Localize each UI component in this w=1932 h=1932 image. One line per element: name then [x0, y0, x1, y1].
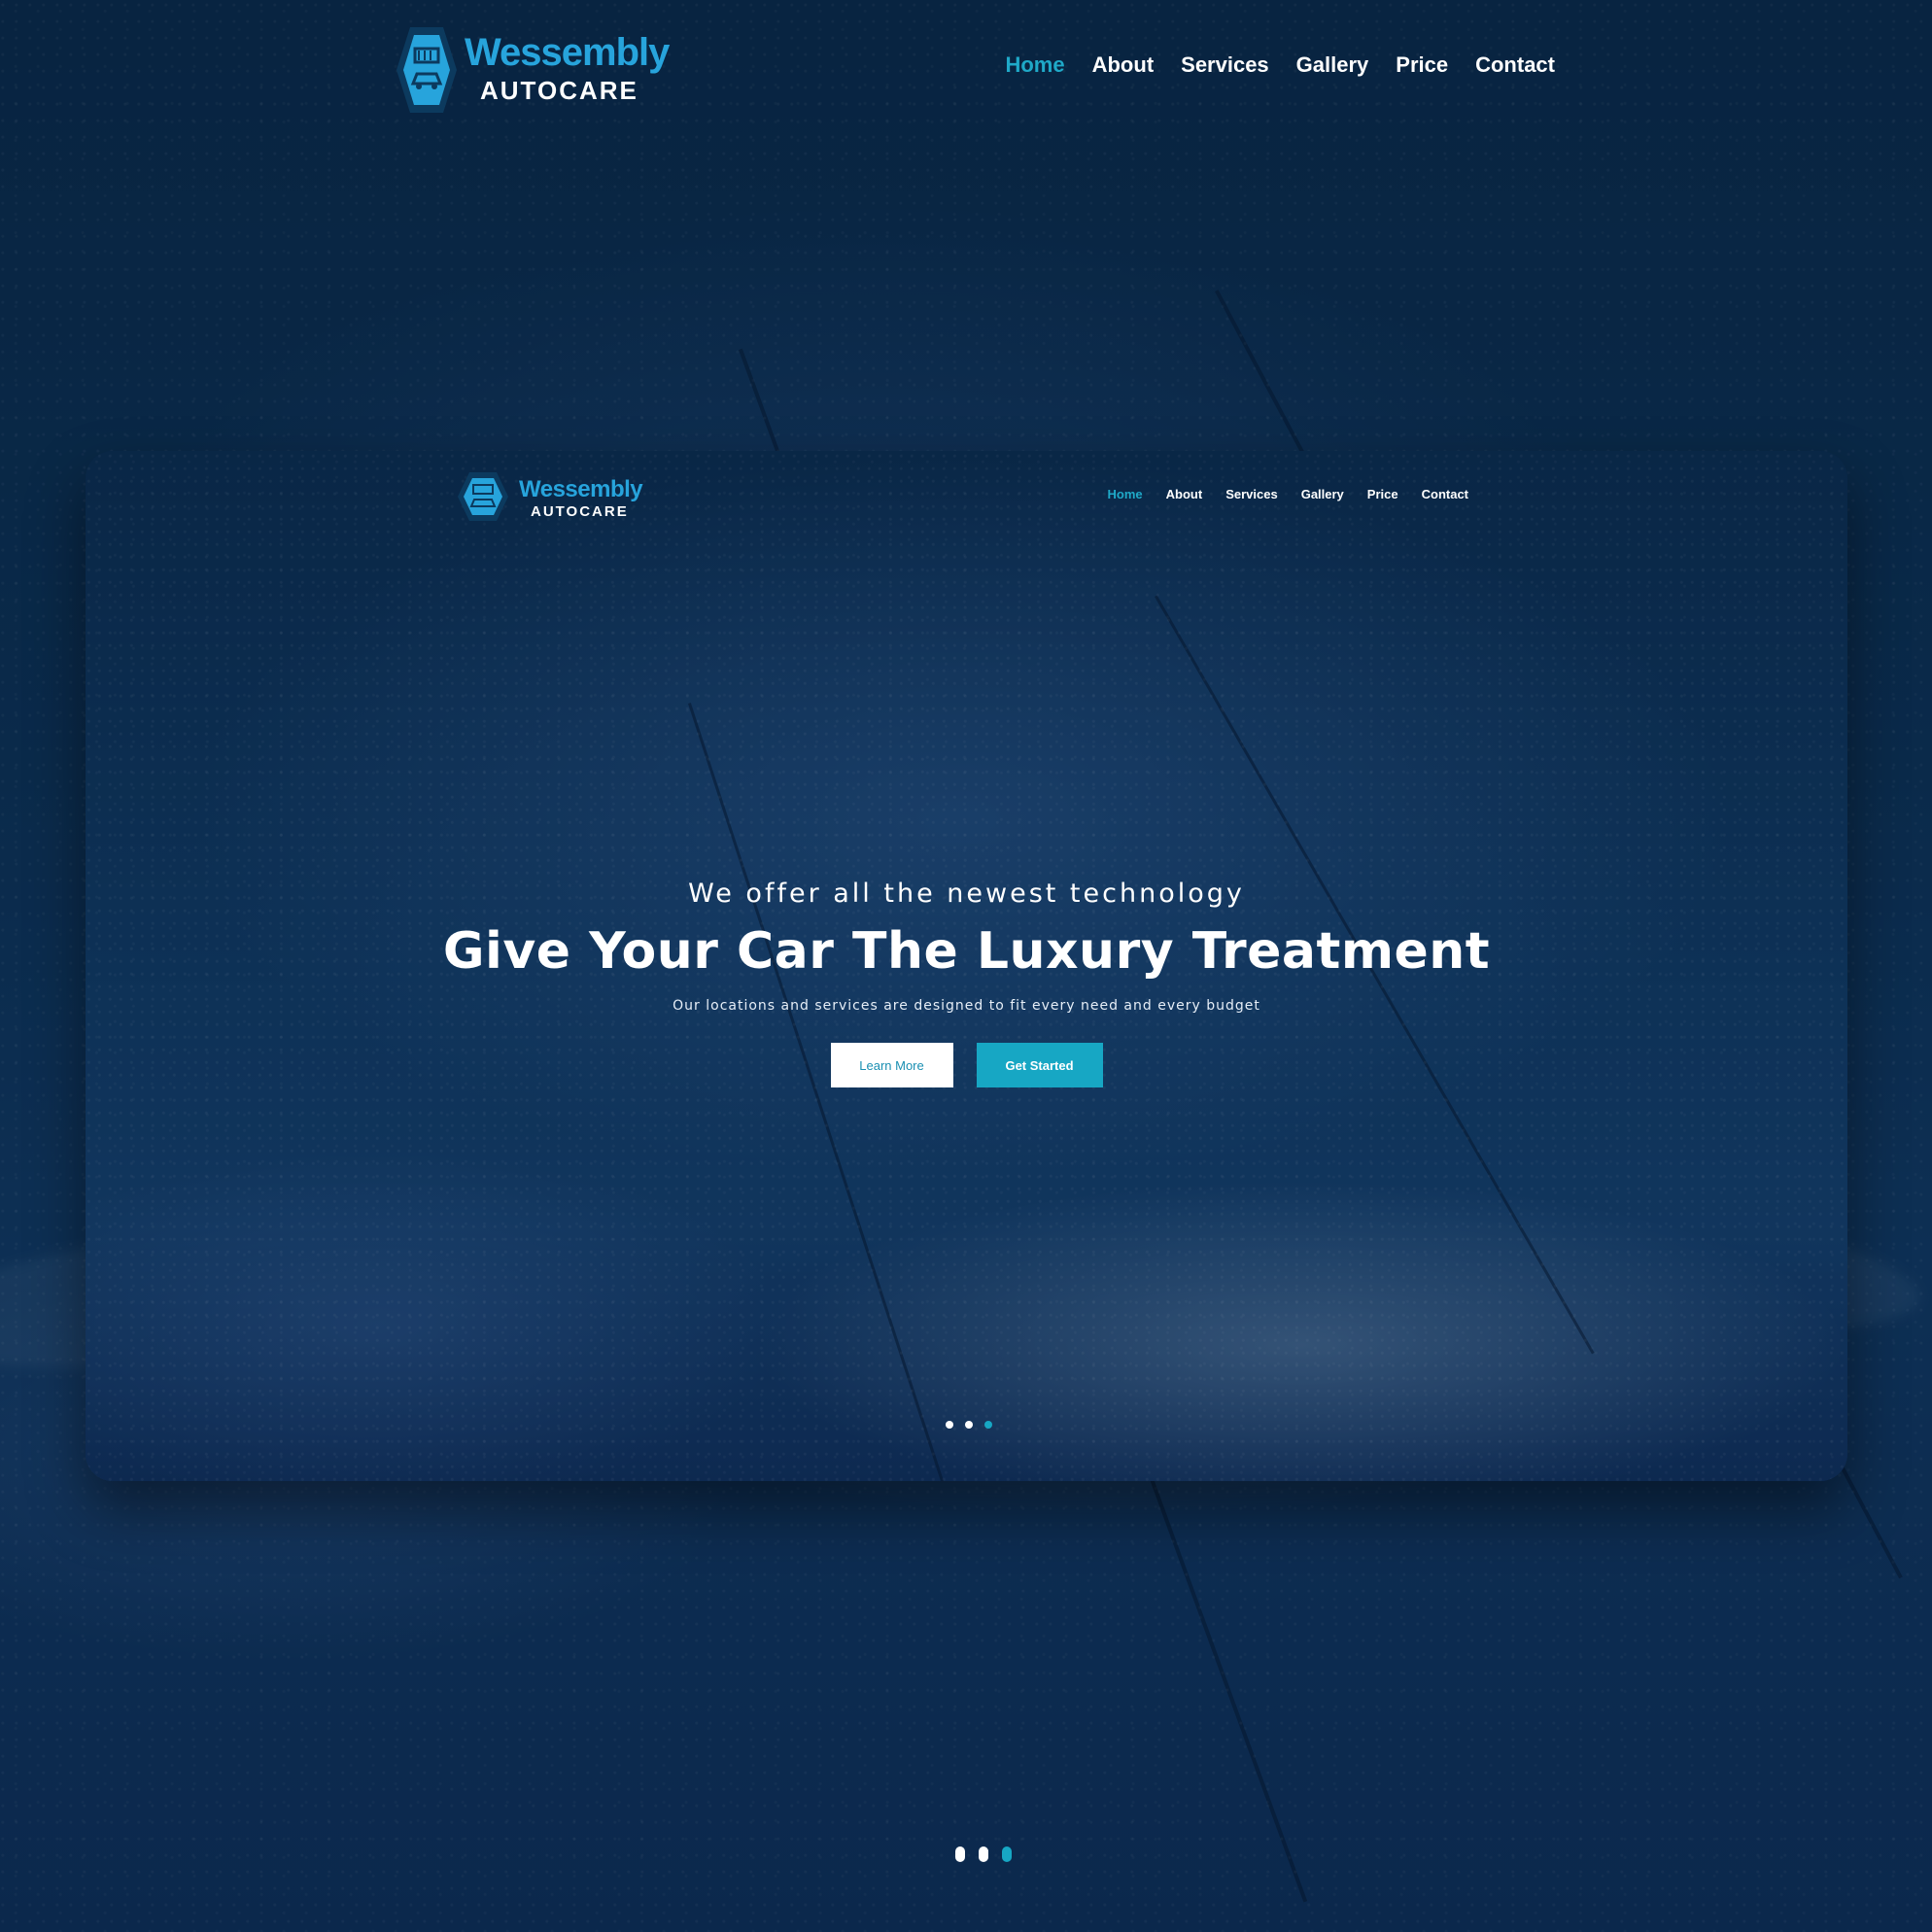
hero-preview-card: Wessembly AUTOCARE Home About Services G… [86, 451, 1847, 1481]
nav-services[interactable]: Services [1181, 52, 1269, 78]
main-menu: Home About Services Gallery Price Contac… [1005, 52, 1555, 78]
learn-more-button[interactable]: Learn More [830, 1043, 953, 1087]
nav-gallery[interactable]: Gallery [1296, 52, 1369, 78]
hero-buttons: Learn More Get Started [86, 1043, 1847, 1087]
slider-dot[interactable] [979, 1846, 988, 1862]
slider-dot[interactable] [955, 1846, 965, 1862]
hero-title: Give Your Car The Luxury Treatment [442, 922, 1491, 981]
preview-nav-home[interactable]: Home [1108, 487, 1143, 501]
hero-kicker: We offer all the newest technology [688, 879, 1245, 909]
preview-menu: Home About Services Gallery Price Contac… [1108, 487, 1468, 501]
preview-nav-gallery[interactable]: Gallery [1301, 487, 1344, 501]
preview-navbar: Wessembly AUTOCARE Home About Services G… [86, 451, 1847, 548]
slider-dots [955, 1846, 1012, 1862]
slider-dot-active[interactable] [984, 1421, 992, 1429]
slider-dot[interactable] [965, 1421, 973, 1429]
get-started-button[interactable]: Get Started [976, 1043, 1103, 1087]
preview-logo[interactable]: Wessembly AUTOCARE [457, 470, 651, 529]
preview-nav-price[interactable]: Price [1367, 487, 1398, 501]
preview-nav-contact[interactable]: Contact [1422, 487, 1468, 501]
nav-home[interactable]: Home [1005, 52, 1064, 78]
slider-dot-active[interactable] [1002, 1846, 1012, 1862]
preview-nav-about[interactable]: About [1166, 487, 1203, 501]
nav-contact[interactable]: Contact [1475, 52, 1555, 78]
main-navbar: Wessembly AUTOCARE Home About Services G… [0, 0, 1932, 136]
car-wash-hexagon-icon [397, 27, 457, 113]
logo-brand: Wessembly [465, 31, 670, 74]
logo[interactable]: Wessembly AUTOCARE [397, 23, 670, 117]
slider-dot[interactable] [946, 1421, 953, 1429]
preview-logo-brand: Wessembly [519, 476, 643, 502]
preview-slider-dots [946, 1421, 992, 1429]
logo-subtitle: AUTOCARE [480, 76, 638, 105]
preview-nav-services[interactable]: Services [1225, 487, 1278, 501]
hero-content: We offer all the newest technology Give … [86, 879, 1847, 1087]
car-wash-hexagon-icon [458, 472, 508, 521]
hero-description: Our locations and services are designed … [673, 998, 1260, 1014]
nav-about[interactable]: About [1092, 52, 1155, 78]
nav-price[interactable]: Price [1396, 52, 1448, 78]
preview-logo-subtitle: AUTOCARE [531, 503, 629, 520]
